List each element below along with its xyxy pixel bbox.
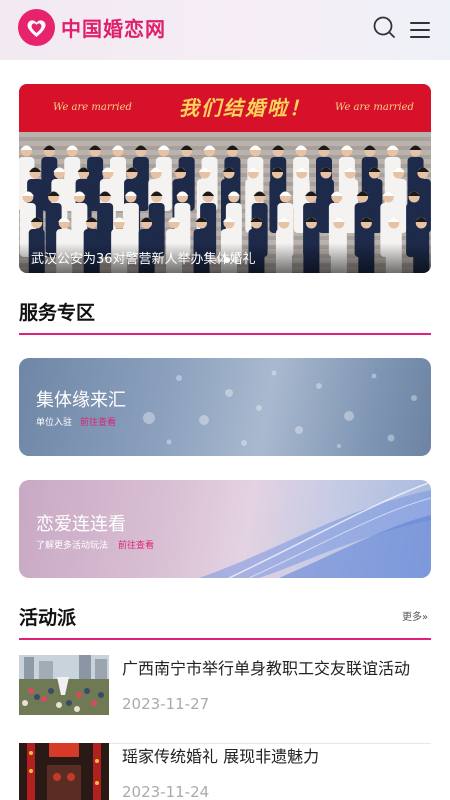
service-card-love-match[interactable]: 恋爱连连看 了解更多活动玩法 前往查看 — [19, 480, 431, 578]
pagination-dot[interactable] — [233, 257, 239, 263]
service-card-subtitle: 单位入驻 — [36, 418, 73, 428]
banner-pagination[interactable] — [215, 257, 239, 263]
list-item[interactable]: 广西南宁市举行单身教职工交友联谊活动 2023-11-27 — [19, 655, 431, 744]
service-card-link[interactable]: 前往查看 — [80, 415, 116, 428]
service-card-link[interactable]: 前往查看 — [118, 538, 154, 551]
banner-sign-left: We are married — [53, 102, 132, 113]
hero-banner[interactable]: We are married 我们结婚啦！ We are married 武汉公… — [19, 84, 431, 273]
news-date: 2023-11-24 — [122, 783, 210, 800]
news-date: 2023-11-27 — [122, 695, 210, 713]
hamburger-menu-icon[interactable] — [408, 18, 432, 40]
news-thumbnail[interactable] — [19, 743, 109, 800]
service-card-title: 集体缘来汇 — [36, 390, 126, 411]
service-card-group-match[interactable]: 集体缘来汇 单位入驻 前往查看 — [19, 358, 431, 456]
service-card-subtitle: 了解更多活动玩法 — [36, 541, 109, 551]
pagination-dot-active[interactable] — [224, 257, 230, 263]
news-title[interactable]: 广西南宁市举行单身教职工交友联谊活动 — [122, 655, 427, 679]
list-item[interactable]: 瑶家传统婚礼 展现非遗魅力 2023-11-24 — [19, 743, 431, 800]
heart-logo-icon[interactable] — [18, 9, 55, 46]
more-link[interactable]: 更多» — [402, 608, 428, 623]
section-divider — [19, 333, 431, 335]
section-divider — [19, 638, 431, 640]
pagination-dot[interactable] — [215, 257, 221, 263]
section-title-services: 服务专区 — [19, 302, 96, 324]
news-thumbnail[interactable] — [19, 655, 109, 715]
banner-sign-center: 我们结婚啦！ — [179, 96, 311, 120]
news-title[interactable]: 瑶家传统婚礼 展现非遗魅力 — [122, 743, 427, 767]
brand-name[interactable]: 中国婚恋网 — [61, 13, 166, 42]
banner-sign-right: We are married — [335, 102, 414, 113]
service-card-title: 恋爱连连看 — [36, 514, 126, 535]
section-title-activities: 活动派 — [19, 607, 77, 629]
search-icon[interactable] — [372, 15, 398, 41]
top-header: 中国婚恋网 — [0, 0, 450, 60]
